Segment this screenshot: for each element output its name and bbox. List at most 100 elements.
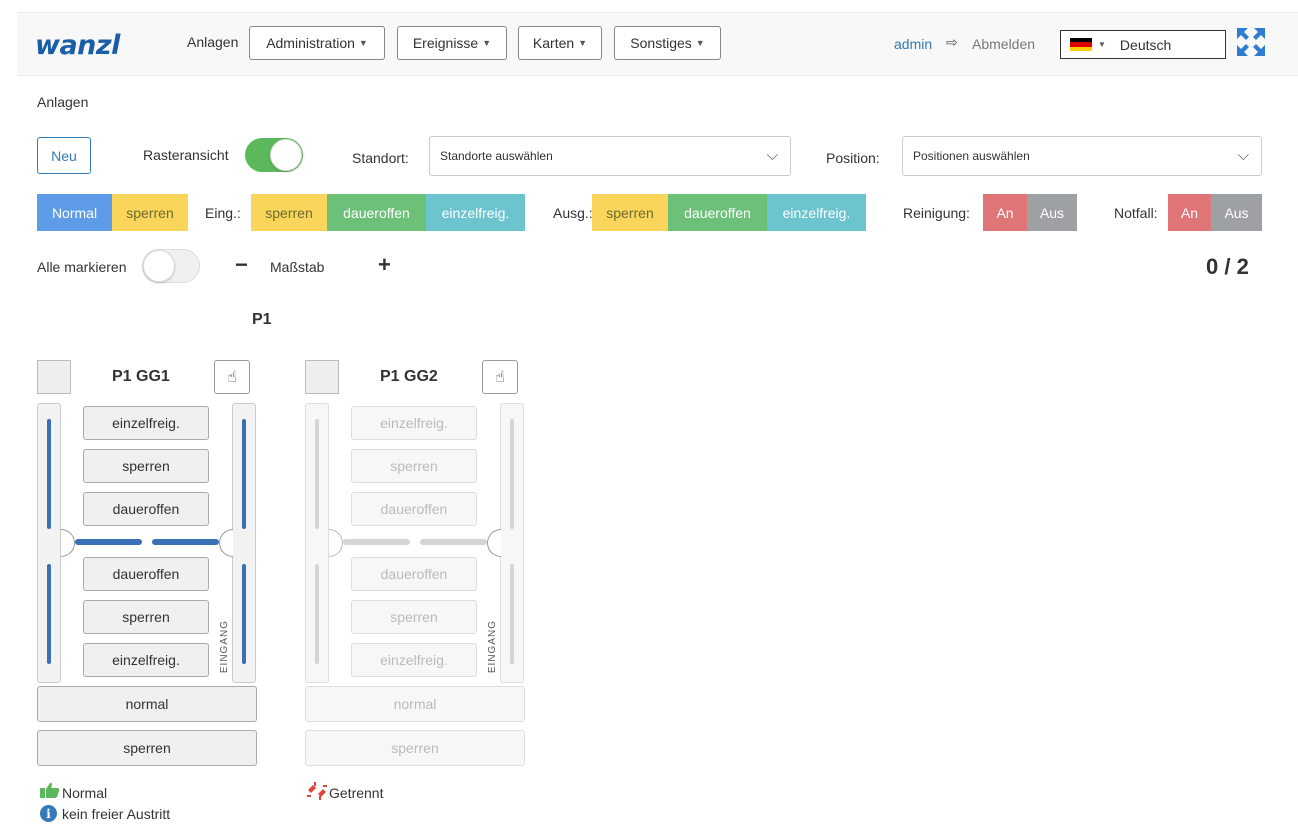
menu-ereignisse[interactable]: Ereignisse ▼ xyxy=(397,26,507,60)
status-no-exit: kein freier Austritt xyxy=(62,806,171,822)
gate-hinge-left xyxy=(61,529,75,557)
entry-lock-button[interactable]: sperren xyxy=(251,194,327,231)
position-select[interactable]: Positionen auswählen ⌵ xyxy=(902,136,1262,176)
logout-link[interactable]: Abmelden xyxy=(972,36,1035,52)
emergency-off-button[interactable]: Aus xyxy=(1211,194,1262,231)
gate-hinge-right xyxy=(219,529,233,557)
position-label: Position: xyxy=(826,150,880,166)
bottom-single-button[interactable]: einzelfreig. xyxy=(351,643,477,677)
nav-anlagen[interactable]: Anlagen xyxy=(187,34,238,50)
exit-indicator-top xyxy=(47,419,51,529)
caret-down-icon: ▼ xyxy=(358,38,368,48)
wanzl-logo[interactable]: wanzl xyxy=(35,30,120,61)
entry-single-button[interactable]: einzelfreig. xyxy=(426,194,525,231)
emergency-label: Notfall: xyxy=(1114,205,1158,221)
exit-indicator-top xyxy=(315,419,319,529)
top-open-button[interactable]: daueroffen xyxy=(83,492,209,526)
scale-label: Maßstab xyxy=(270,259,325,275)
gate-hinge-right xyxy=(487,529,501,557)
entry-indicator-top xyxy=(242,419,246,529)
gate-title: P1 GG2 xyxy=(380,368,438,385)
exit-lock-button[interactable]: sperren xyxy=(592,194,668,231)
entry-side-label: EINGANG xyxy=(487,620,498,674)
top-single-button[interactable]: einzelfreig. xyxy=(351,406,477,440)
bottom-open-button[interactable]: daueroffen xyxy=(351,557,477,591)
status-normal: Normal xyxy=(62,785,108,801)
location-select[interactable]: Standorte auswählen ⌵ xyxy=(429,136,791,176)
chevron-down-icon: ⌵ xyxy=(766,147,778,164)
toggle-knob xyxy=(270,139,302,171)
entry-indicator-bottom xyxy=(242,564,246,664)
mode-normal-button[interactable]: Normal xyxy=(37,194,112,231)
menu-sonstiges[interactable]: Sonstiges ▼ xyxy=(614,26,721,60)
gate-select-checkbox[interactable] xyxy=(37,360,71,394)
cleaning-on-button[interactable]: An xyxy=(983,194,1027,231)
logout-icon: ⇨ xyxy=(946,34,958,50)
top-single-button[interactable]: einzelfreig. xyxy=(83,406,209,440)
gate-hinge-left xyxy=(329,529,343,557)
menu-sonstiges-label: Sonstiges xyxy=(630,35,692,51)
mode-lock-button[interactable]: sperren xyxy=(112,194,188,231)
top-lock-button[interactable]: sperren xyxy=(351,449,477,483)
select-all-toggle[interactable] xyxy=(142,249,200,283)
caret-down-icon: ▼ xyxy=(1098,40,1106,49)
entry-open-button[interactable]: daueroffen xyxy=(327,194,426,231)
cleaning-off-button[interactable]: Aus xyxy=(1027,194,1077,231)
bottom-open-button[interactable]: daueroffen xyxy=(83,557,209,591)
exit-label: Ausg.: xyxy=(553,205,593,221)
bottom-single-button[interactable]: einzelfreig. xyxy=(83,643,209,677)
gate-arm-right xyxy=(152,539,219,545)
location-select-value: Standorte auswählen xyxy=(440,149,553,163)
zoom-out-button[interactable]: − xyxy=(235,252,248,278)
hand-pointer-icon[interactable]: ☝ xyxy=(482,360,518,394)
new-button[interactable]: Neu xyxy=(37,137,91,174)
gate-select-checkbox[interactable] xyxy=(305,360,339,394)
exit-indicator-bottom xyxy=(47,564,51,664)
fullscreen-icon[interactable] xyxy=(1235,26,1267,58)
mode-normal-button[interactable]: normal xyxy=(305,686,525,722)
grid-view-label: Rasteransicht xyxy=(143,147,229,163)
exit-single-button[interactable]: einzelfreig. xyxy=(767,194,866,231)
top-open-button[interactable]: daueroffen xyxy=(351,492,477,526)
status-disconnected: Getrennt xyxy=(329,785,384,801)
grid-view-toggle[interactable] xyxy=(245,138,303,172)
entry-side-column xyxy=(500,403,524,683)
thumbs-up-icon xyxy=(40,782,60,798)
caret-down-icon: ▼ xyxy=(578,38,588,48)
entry-label: Eing.: xyxy=(205,205,241,221)
info-icon: i xyxy=(40,805,57,822)
gate-arm-left xyxy=(343,539,410,545)
selection-count: 0 / 2 xyxy=(1206,254,1249,279)
hand-pointer-icon[interactable]: ☝ xyxy=(214,360,250,394)
user-link[interactable]: admin xyxy=(894,36,932,52)
caret-down-icon: ▼ xyxy=(695,38,705,48)
group-title: P1 xyxy=(252,311,272,328)
disconnected-plug-icon xyxy=(307,782,327,800)
menu-administration-label: Administration xyxy=(266,35,355,51)
exit-open-button[interactable]: daueroffen xyxy=(668,194,767,231)
bottom-lock-button[interactable]: sperren xyxy=(83,600,209,634)
top-lock-button[interactable]: sperren xyxy=(83,449,209,483)
exit-indicator-bottom xyxy=(315,564,319,664)
menu-ereignisse-label: Ereignisse xyxy=(412,35,479,51)
select-all-label: Alle markieren xyxy=(37,259,127,275)
exit-side-column xyxy=(37,403,61,683)
exit-side-column xyxy=(305,403,329,683)
mode-normal-button[interactable]: normal xyxy=(37,686,257,722)
german-flag-icon xyxy=(1070,38,1092,51)
mode-lock-button[interactable]: sperren xyxy=(305,730,525,766)
menu-karten-label: Karten xyxy=(532,35,575,51)
emergency-on-button[interactable]: An xyxy=(1168,194,1211,231)
menu-administration[interactable]: Administration ▼ xyxy=(249,26,385,60)
gate-arm-left xyxy=(75,539,142,545)
bottom-lock-button[interactable]: sperren xyxy=(351,600,477,634)
mode-lock-button[interactable]: sperren xyxy=(37,730,257,766)
zoom-in-button[interactable]: + xyxy=(378,252,391,278)
entry-indicator-top xyxy=(510,419,514,529)
menu-karten[interactable]: Karten ▼ xyxy=(518,26,602,60)
language-select[interactable]: ▼ Deutsch xyxy=(1060,30,1226,59)
cleaning-label: Reinigung: xyxy=(903,205,970,221)
entry-indicator-bottom xyxy=(510,564,514,664)
toggle-knob xyxy=(143,250,175,282)
language-label: Deutsch xyxy=(1119,36,1172,53)
